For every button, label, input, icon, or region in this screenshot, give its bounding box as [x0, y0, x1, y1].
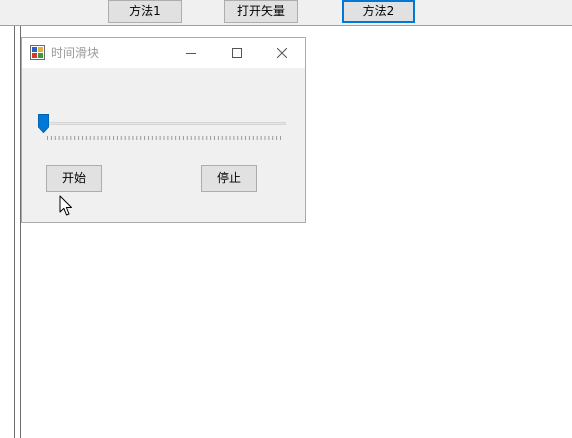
- app-icon: [30, 45, 45, 60]
- close-icon: [277, 48, 287, 58]
- open-vector-button[interactable]: 打开矢量: [224, 0, 298, 23]
- window-title: 时间滑块: [51, 46, 100, 60]
- toolbar-divider: [0, 25, 572, 26]
- trackbar-thumb[interactable]: [38, 114, 49, 133]
- method2-button[interactable]: 方法2: [342, 0, 415, 23]
- close-button[interactable]: [259, 38, 305, 68]
- time-trackbar[interactable]: [38, 114, 290, 140]
- start-button[interactable]: 开始: [46, 165, 102, 192]
- minimize-icon: [186, 53, 196, 54]
- method1-button[interactable]: 方法1: [108, 0, 182, 23]
- maximize-icon: [232, 48, 242, 58]
- trackbar-ticks: [47, 136, 281, 140]
- left-splitter-line[interactable]: [14, 26, 15, 438]
- main-window: 方法1 打开矢量 方法2 时间滑块 开始 停止: [0, 0, 572, 438]
- mouse-cursor-icon: [59, 195, 72, 216]
- title-bar[interactable]: 时间滑块: [22, 38, 305, 68]
- minimize-button[interactable]: [168, 38, 214, 68]
- trackbar-groove: [42, 122, 286, 125]
- maximize-button[interactable]: [214, 38, 260, 68]
- stop-button[interactable]: 停止: [201, 165, 257, 192]
- left-panel: [0, 26, 20, 438]
- top-toolbar: 方法1 打开矢量 方法2: [0, 0, 572, 26]
